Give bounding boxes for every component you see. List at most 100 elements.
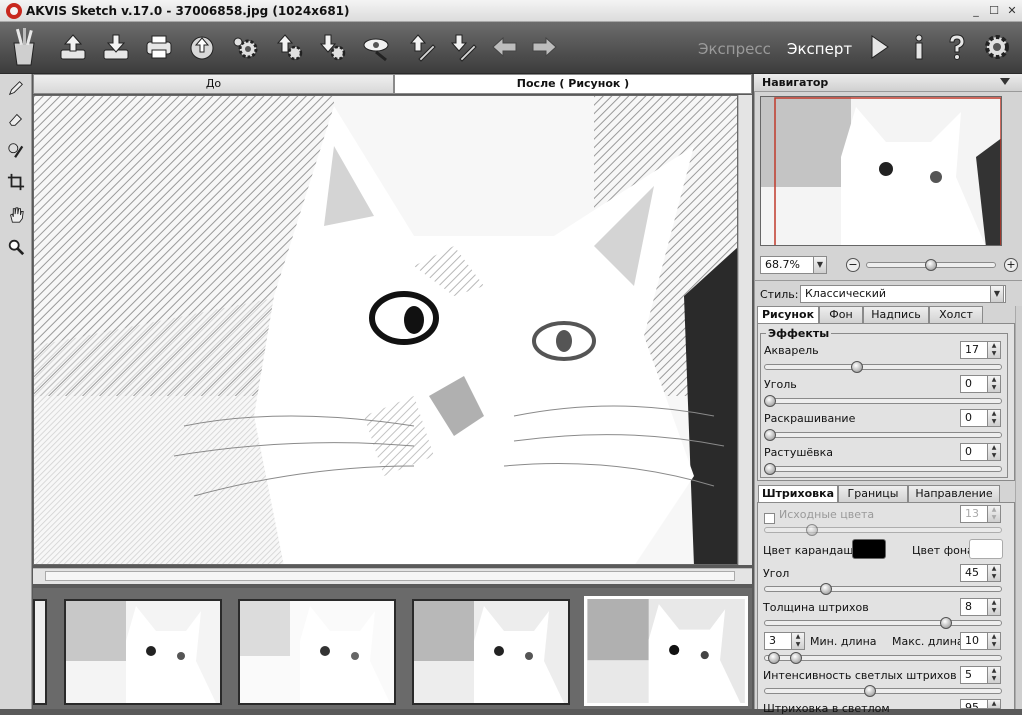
- scroll-thumb[interactable]: [45, 571, 735, 581]
- effect-value-field[interactable]: 0: [960, 409, 988, 427]
- effect-spinner[interactable]: ▲ ▼: [987, 443, 1001, 461]
- effect-slider-knob[interactable]: [851, 361, 863, 373]
- settings-gear-icon[interactable]: [980, 30, 1014, 64]
- maximize-button[interactable]: ☐: [986, 3, 1002, 18]
- save-image-icon[interactable]: [99, 30, 133, 64]
- zoom-out-icon[interactable]: −: [846, 258, 860, 272]
- preset-thumbnail[interactable]: [238, 599, 396, 705]
- angle-field[interactable]: 45: [960, 564, 988, 582]
- zoom-icon[interactable]: [4, 235, 28, 259]
- minimize-button[interactable]: _: [968, 3, 984, 18]
- image-canvas[interactable]: [33, 95, 738, 565]
- tab-drawing[interactable]: Рисунок: [757, 306, 819, 324]
- pencil-color-swatch[interactable]: [852, 539, 886, 559]
- share-eye-icon[interactable]: [360, 30, 394, 64]
- light-intensity-field[interactable]: 5: [960, 666, 988, 684]
- effect-value-field[interactable]: 0: [960, 375, 988, 393]
- effect-value-field[interactable]: 17: [960, 341, 988, 359]
- navigator-collapse-icon[interactable]: [1000, 78, 1010, 85]
- import-preset-icon[interactable]: [185, 30, 219, 64]
- effect-slider-knob[interactable]: [764, 395, 776, 407]
- light-intensity-slider[interactable]: [764, 688, 1002, 694]
- angle-slider-knob[interactable]: [820, 583, 832, 595]
- eraser-icon[interactable]: [4, 107, 28, 131]
- light-hatch-spinner[interactable]: ▲: [987, 699, 1001, 709]
- angle-slider[interactable]: [764, 586, 1002, 592]
- download-pen-icon[interactable]: [446, 30, 480, 64]
- undo-arrow-icon[interactable]: [488, 30, 522, 64]
- app-brush-cup-icon[interactable]: [6, 24, 42, 70]
- zoom-level-field[interactable]: 68.7%: [760, 256, 814, 274]
- effect-slider[interactable]: [764, 398, 1002, 404]
- batch-gear-icon[interactable]: [228, 30, 262, 64]
- smudge-brush-icon[interactable]: [4, 138, 28, 162]
- light-hatch-field[interactable]: 95: [960, 699, 988, 709]
- light-intensity-knob[interactable]: [864, 685, 876, 697]
- source-colors-slider-knob[interactable]: [806, 524, 818, 536]
- thickness-slider-knob[interactable]: [940, 617, 952, 629]
- effect-value-field[interactable]: 0: [960, 443, 988, 461]
- max-length-spinner[interactable]: ▲ ▼: [987, 632, 1001, 650]
- close-button[interactable]: ✕: [1004, 3, 1020, 18]
- min-length-field[interactable]: 3: [764, 632, 792, 650]
- crop-icon[interactable]: [4, 170, 28, 194]
- pencil-icon[interactable]: [4, 76, 28, 100]
- zoom-slider-knob[interactable]: [925, 259, 937, 271]
- print-icon[interactable]: [142, 30, 176, 64]
- style-select[interactable]: Классический: [800, 285, 1006, 303]
- open-image-icon[interactable]: [56, 30, 90, 64]
- upload-gear-icon[interactable]: [271, 30, 305, 64]
- style-dropdown-icon[interactable]: ▼: [990, 285, 1004, 303]
- tab-hatching[interactable]: Штриховка: [758, 485, 838, 503]
- preset-thumbnail[interactable]: [412, 599, 570, 705]
- effect-spinner[interactable]: ▲ ▼: [987, 341, 1001, 359]
- preset-thumbnail[interactable]: [64, 599, 222, 705]
- effect-slider-knob[interactable]: [764, 463, 776, 475]
- mode-expert-button[interactable]: Эксперт: [787, 40, 852, 58]
- thickness-slider[interactable]: [764, 620, 1002, 626]
- help-icon[interactable]: [940, 30, 974, 64]
- effect-slider-knob[interactable]: [764, 429, 776, 441]
- source-colors-field[interactable]: 13: [960, 505, 988, 523]
- bg-color-swatch[interactable]: [969, 539, 1003, 559]
- max-length-knob[interactable]: [790, 652, 802, 664]
- tab-background[interactable]: Фон: [819, 306, 863, 324]
- thickness-spinner[interactable]: ▲ ▼: [987, 598, 1001, 616]
- min-length-knob[interactable]: [768, 652, 780, 664]
- effect-slider[interactable]: [764, 432, 1002, 438]
- effect-label: Уголь: [764, 378, 797, 391]
- info-icon[interactable]: [902, 30, 936, 64]
- canvas-horizontal-scrollbar[interactable]: [33, 568, 752, 584]
- thickness-field[interactable]: 8: [960, 598, 988, 616]
- light-intensity-spinner[interactable]: ▲ ▼: [987, 666, 1001, 684]
- tab-text[interactable]: Надпись: [863, 306, 929, 324]
- run-play-icon[interactable]: [862, 30, 896, 64]
- navigator-preview[interactable]: [760, 96, 1002, 246]
- max-length-field[interactable]: 10: [960, 632, 988, 650]
- source-colors-slider[interactable]: [764, 527, 1002, 533]
- effect-slider[interactable]: [764, 466, 1002, 472]
- min-length-spinner[interactable]: ▲ ▼: [791, 632, 805, 650]
- tab-after[interactable]: После ( Рисунок ): [394, 74, 752, 94]
- preset-thumbnail[interactable]: [33, 599, 47, 705]
- mode-express-button[interactable]: Экспресс: [698, 40, 771, 58]
- tab-direction[interactable]: Направление: [908, 485, 1000, 503]
- tab-borders[interactable]: Границы: [838, 485, 908, 503]
- effect-spinner[interactable]: ▲ ▼: [987, 375, 1001, 393]
- panel-scrollbar[interactable]: [1015, 306, 1022, 709]
- redo-arrow-icon[interactable]: [527, 30, 561, 64]
- canvas-vertical-scrollbar[interactable]: [738, 95, 752, 565]
- zoom-dropdown-icon[interactable]: ▼: [813, 256, 827, 274]
- export-pen-icon[interactable]: [405, 30, 439, 64]
- effect-slider[interactable]: [764, 364, 1002, 370]
- effect-spinner[interactable]: ▲ ▼: [987, 409, 1001, 427]
- preset-thumbnail-selected[interactable]: [584, 596, 748, 706]
- download-gear-icon[interactable]: [314, 30, 348, 64]
- zoom-in-icon[interactable]: +: [1004, 258, 1018, 272]
- source-colors-checkbox[interactable]: [764, 513, 775, 524]
- source-colors-spinner[interactable]: ▲ ▼: [987, 505, 1001, 523]
- tab-canvas[interactable]: Холст: [929, 306, 983, 324]
- hand-icon[interactable]: [4, 203, 28, 227]
- angle-spinner[interactable]: ▲ ▼: [987, 564, 1001, 582]
- tab-before[interactable]: До: [33, 74, 394, 94]
